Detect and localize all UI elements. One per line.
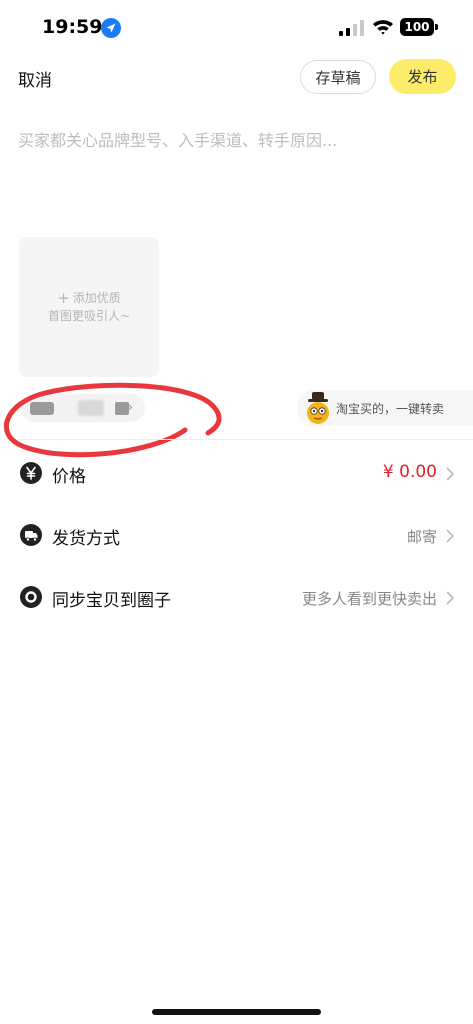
status-time: 19:59 <box>42 16 103 38</box>
circle-icon <box>20 586 42 608</box>
shipping-row[interactable]: 发货方式 邮寄 <box>0 510 473 560</box>
shipping-value: 邮寄 <box>406 528 437 546</box>
delivery-icon <box>20 524 42 546</box>
yen-icon <box>20 462 42 484</box>
publish-button[interactable]: 发布 <box>389 59 456 94</box>
cellular-signal-icon <box>339 20 364 36</box>
chevron-right-icon <box>446 591 455 605</box>
chevron-right-icon <box>446 529 455 543</box>
divider <box>18 439 473 440</box>
wifi-icon <box>373 20 393 35</box>
add-photo-label: 添加优质 <box>72 291 121 305</box>
price-row[interactable]: 价格 ¥ 0.00 <box>0 448 473 498</box>
plus-icon: + <box>57 288 70 307</box>
taobao-resell-label: 淘宝买的，一键转卖 <box>336 402 445 416</box>
taobao-mascot-icon <box>307 392 329 424</box>
sync-circle-row[interactable]: 同步宝贝到圈子 更多人看到更快卖出 <box>0 572 473 622</box>
chevron-right-icon <box>446 467 455 481</box>
save-draft-button[interactable]: 存草稿 <box>300 60 376 94</box>
add-photo-button[interactable]: + 添加优质 首图更吸引人~ <box>19 237 159 377</box>
location-arrow-icon <box>101 18 121 38</box>
add-photo-line: + 添加优质 <box>57 289 121 307</box>
sync-circle-label: 同步宝贝到圈子 <box>52 591 171 611</box>
shipping-label: 发货方式 <box>52 529 120 549</box>
battery-indicator: 100 <box>400 18 434 36</box>
add-photo-hint: 首图更吸引人~ <box>47 309 131 323</box>
sync-circle-value: 更多人看到更快卖出 <box>301 590 437 608</box>
battery-tip <box>435 24 438 30</box>
cancel-button[interactable]: 取消 <box>18 66 52 91</box>
description-input[interactable]: 买家都关心品牌型号、入手渠道、转手原因... <box>18 127 337 151</box>
price-label: 价格 <box>52 467 86 487</box>
price-value: ¥ 0.00 <box>382 462 437 482</box>
home-indicator[interactable] <box>152 1009 321 1015</box>
